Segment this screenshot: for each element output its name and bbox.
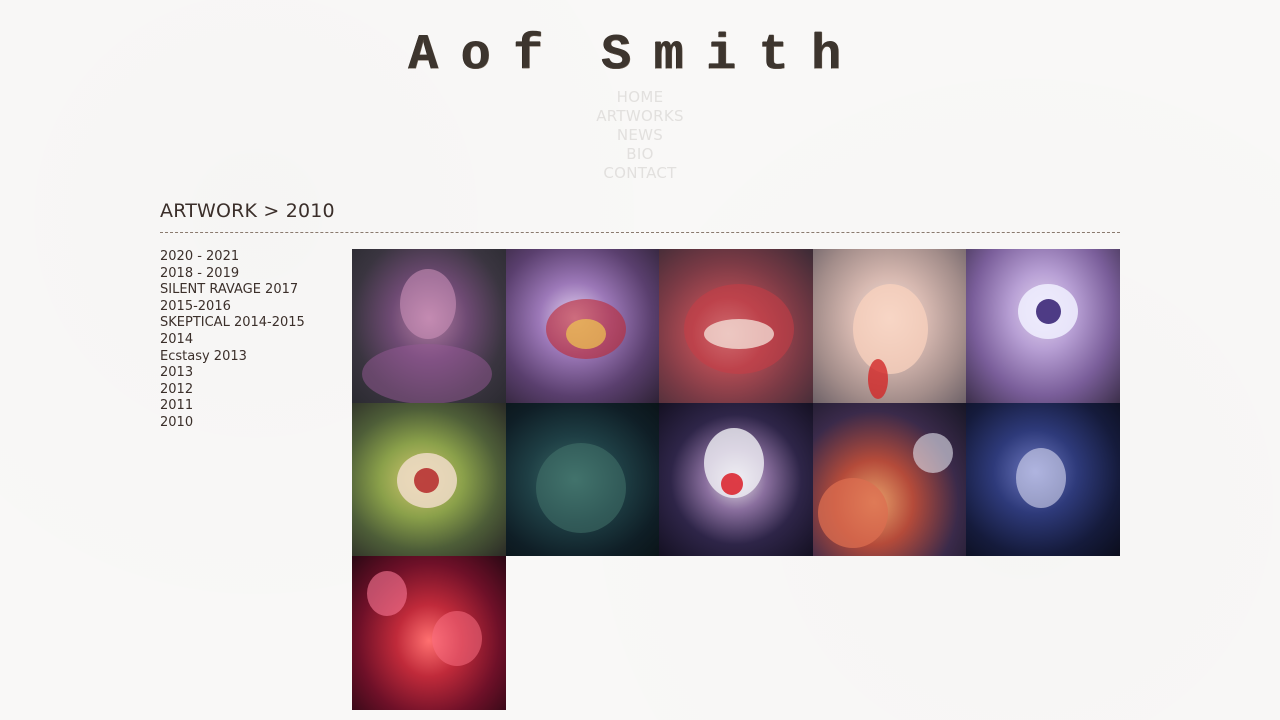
artwork-thumbnail[interactable]	[505, 402, 660, 557]
year-link-2013[interactable]: 2013	[160, 365, 340, 382]
artwork-thumbnail[interactable]	[659, 249, 813, 403]
year-link-ecstasy-2013[interactable]: Ecstasy 2013	[160, 349, 340, 366]
artwork-thumbnail[interactable]	[352, 402, 506, 557]
artwork-year-nav: 2020 - 2021 2018 - 2019 SILENT RAVAGE 20…	[160, 249, 340, 432]
year-link-skeptical-2014-2015[interactable]: SKEPTICAL 2014-2015	[160, 315, 340, 332]
artwork-thumbnail[interactable]	[505, 249, 660, 403]
page: Aof Smith HOME ARTWORKS NEWS BIO CONTACT…	[0, 0, 1280, 720]
nav-artworks-link[interactable]: ARTWORKS	[560, 107, 720, 126]
artwork-thumbnail[interactable]	[812, 402, 967, 557]
logo-last-name[interactable]: Smith	[601, 27, 856, 84]
page-title[interactable]: ARTWORK > 2010	[160, 200, 335, 222]
artwork-thumbnail[interactable]	[352, 556, 506, 710]
artwork-thumbnail[interactable]	[352, 249, 506, 403]
section-divider	[160, 232, 1120, 233]
year-link-2011[interactable]: 2011	[160, 398, 340, 415]
artwork-thumbnail[interactable]	[966, 402, 1120, 557]
artwork-gallery	[352, 249, 1122, 710]
nav-bio-link[interactable]: BIO	[560, 145, 720, 164]
year-link-2012[interactable]: 2012	[160, 382, 340, 399]
year-link-2018-2019[interactable]: 2018 - 2019	[160, 266, 340, 283]
artwork-thumbnail[interactable]	[812, 249, 967, 403]
top-nav: HOME ARTWORKS NEWS BIO CONTACT	[560, 88, 720, 183]
nav-home-link[interactable]: HOME	[560, 88, 720, 107]
year-link-2020-2021[interactable]: 2020 - 2021	[160, 249, 340, 266]
nav-news-link[interactable]: NEWS	[560, 126, 720, 145]
nav-contact-link[interactable]: CONTACT	[560, 164, 720, 183]
year-link-silent-ravage-2017[interactable]: SILENT RAVAGE 2017	[160, 282, 340, 299]
logo-first-name[interactable]: Aof	[408, 27, 562, 84]
artwork-thumbnail[interactable]	[966, 249, 1120, 403]
year-link-2014[interactable]: 2014	[160, 332, 340, 349]
year-link-2015-2016[interactable]: 2015-2016	[160, 299, 340, 316]
artwork-thumbnail[interactable]	[659, 402, 813, 557]
year-link-2010[interactable]: 2010	[160, 415, 340, 432]
